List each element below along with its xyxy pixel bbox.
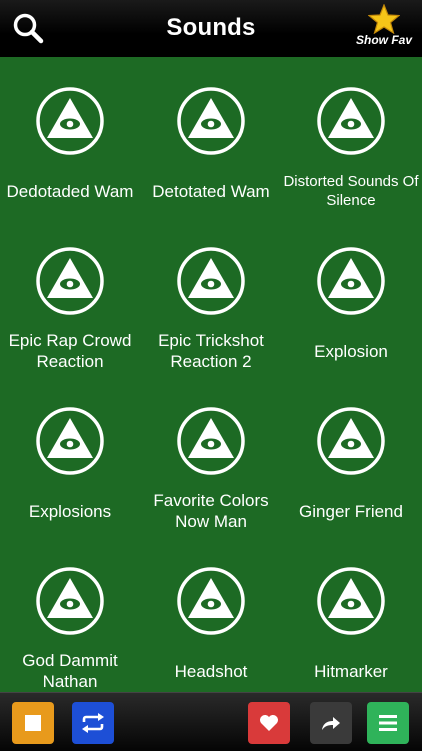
stop-button[interactable] xyxy=(12,702,54,744)
sound-label: Epic Trickshot Reaction 2 xyxy=(158,331,264,371)
sound-label: God Dammit Nathan xyxy=(22,651,118,691)
sound-label: Detotated Wam xyxy=(152,181,270,201)
eye-pyramid-icon xyxy=(317,247,385,315)
menu-button[interactable] xyxy=(367,702,409,744)
show-fav-button[interactable]: Show Fav xyxy=(352,4,416,54)
heart-icon xyxy=(260,715,278,731)
eye-pyramid-icon xyxy=(36,567,104,635)
sound-button[interactable]: Epic Rap Crowd Reaction xyxy=(0,217,140,377)
eye-pyramid-icon xyxy=(36,247,104,315)
sound-button[interactable]: God Dammit Nathan xyxy=(0,537,140,692)
eye-pyramid-icon xyxy=(177,87,245,155)
stop-icon xyxy=(25,715,41,731)
repeat-icon xyxy=(82,713,104,733)
eye-pyramid-icon xyxy=(317,87,385,155)
eye-pyramid-icon xyxy=(36,407,104,475)
sound-button[interactable]: Explosions xyxy=(0,377,140,537)
sound-label: Dedotaded Wam xyxy=(6,181,134,201)
sound-button[interactable]: Hitmarker xyxy=(281,537,421,692)
sound-label: Hitmarker xyxy=(314,661,388,681)
sound-button[interactable]: Explosion xyxy=(281,217,421,377)
sound-label: Headshot xyxy=(174,661,248,681)
eye-pyramid-icon xyxy=(177,567,245,635)
sound-button[interactable]: Favorite Colors Now Man xyxy=(141,377,281,537)
sound-label: Ginger Friend xyxy=(299,501,403,521)
sound-button[interactable]: Distorted Sounds Of Silence xyxy=(281,57,421,217)
eye-pyramid-icon xyxy=(177,407,245,475)
repeat-button[interactable] xyxy=(72,702,114,744)
eye-pyramid-icon xyxy=(317,567,385,635)
sound-button[interactable]: Detotated Wam xyxy=(141,57,281,217)
sound-label: Explosions xyxy=(28,501,112,521)
sound-label: Favorite Colors Now Man xyxy=(153,491,269,531)
favorite-button[interactable] xyxy=(248,702,290,744)
share-button[interactable] xyxy=(310,702,352,744)
menu-icon xyxy=(379,715,397,731)
sound-button[interactable]: Dedotaded Wam xyxy=(0,57,140,217)
show-fav-label: Show Fav xyxy=(355,33,412,47)
star-icon xyxy=(368,4,400,34)
share-arrow-icon xyxy=(322,717,340,730)
bottom-toolbar xyxy=(0,692,422,751)
sound-button[interactable]: Ginger Friend xyxy=(281,377,421,537)
sound-label: Explosion xyxy=(314,341,388,361)
sound-button[interactable]: Epic Trickshot Reaction 2 xyxy=(141,217,281,377)
sound-grid: Dedotaded Wam Detotated Wam Distorted So… xyxy=(0,57,422,692)
eye-pyramid-icon xyxy=(177,247,245,315)
top-bar: Sounds Show Fav xyxy=(0,0,422,58)
eye-pyramid-icon xyxy=(317,407,385,475)
sound-button[interactable]: Headshot xyxy=(141,537,281,692)
sound-label: Distorted Sounds Of Silence xyxy=(283,173,419,209)
sound-label: Epic Rap Crowd Reaction xyxy=(8,331,132,371)
eye-pyramid-icon xyxy=(36,87,104,155)
